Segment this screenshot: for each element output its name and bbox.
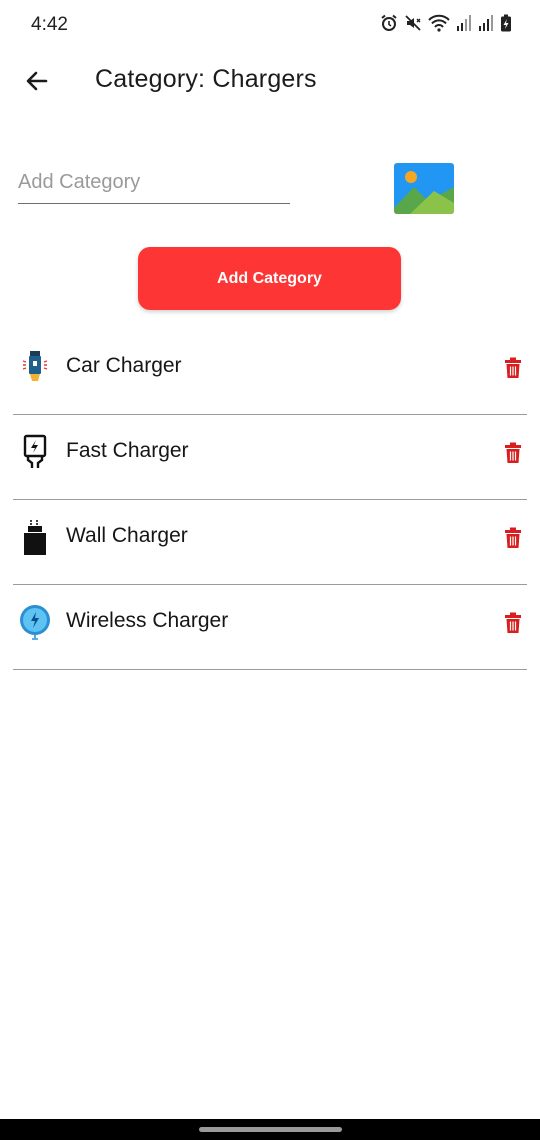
delete-button[interactable] (501, 355, 525, 381)
list-item-label: Fast Charger (66, 439, 189, 462)
car-charger-icon (17, 348, 53, 386)
mute-icon (405, 15, 421, 31)
back-button[interactable] (18, 62, 56, 100)
list-item-fast-charger[interactable]: Fast Charger (13, 415, 527, 500)
trash-icon (505, 442, 521, 463)
status-bar: 4:42 (0, 0, 540, 52)
category-list: Car Charger Fast Charger Wall Charger Wi… (13, 330, 527, 670)
list-item-wall-charger[interactable]: Wall Charger (13, 500, 527, 585)
list-item-label: Car Charger (66, 354, 182, 377)
home-indicator[interactable] (199, 1127, 342, 1132)
image-picker-button[interactable] (394, 163, 454, 214)
add-category-button[interactable]: Add Category (138, 247, 401, 310)
trash-icon (505, 612, 521, 633)
arrow-back-icon (26, 71, 48, 91)
battery-charging-icon (501, 14, 511, 32)
fast-charger-icon (17, 433, 53, 471)
category-name-input[interactable] (18, 163, 290, 201)
list-item-label: Wireless Charger (66, 609, 229, 632)
signal-icon (457, 15, 471, 31)
signal-icon (479, 15, 493, 31)
delete-button[interactable] (501, 440, 525, 466)
alarm-icon (381, 14, 397, 31)
category-input-wrapper (18, 163, 290, 204)
app-bar: Category: Chargers (0, 52, 540, 110)
delete-button[interactable] (501, 525, 525, 551)
navigation-bar (0, 1119, 540, 1140)
wifi-icon (428, 14, 450, 32)
delete-button[interactable] (501, 610, 525, 636)
list-item-label: Wall Charger (66, 524, 188, 547)
list-item-wireless-charger[interactable]: Wireless Charger (13, 585, 527, 670)
list-item-car-charger[interactable]: Car Charger (13, 330, 527, 415)
trash-icon (505, 357, 521, 378)
image-icon (394, 163, 454, 214)
page-title: Category: Chargers (95, 65, 317, 93)
wireless-charger-icon (17, 603, 53, 641)
trash-icon (505, 527, 521, 548)
wall-charger-icon (17, 518, 53, 556)
status-icons (380, 14, 512, 32)
status-time: 4:42 (31, 14, 68, 35)
